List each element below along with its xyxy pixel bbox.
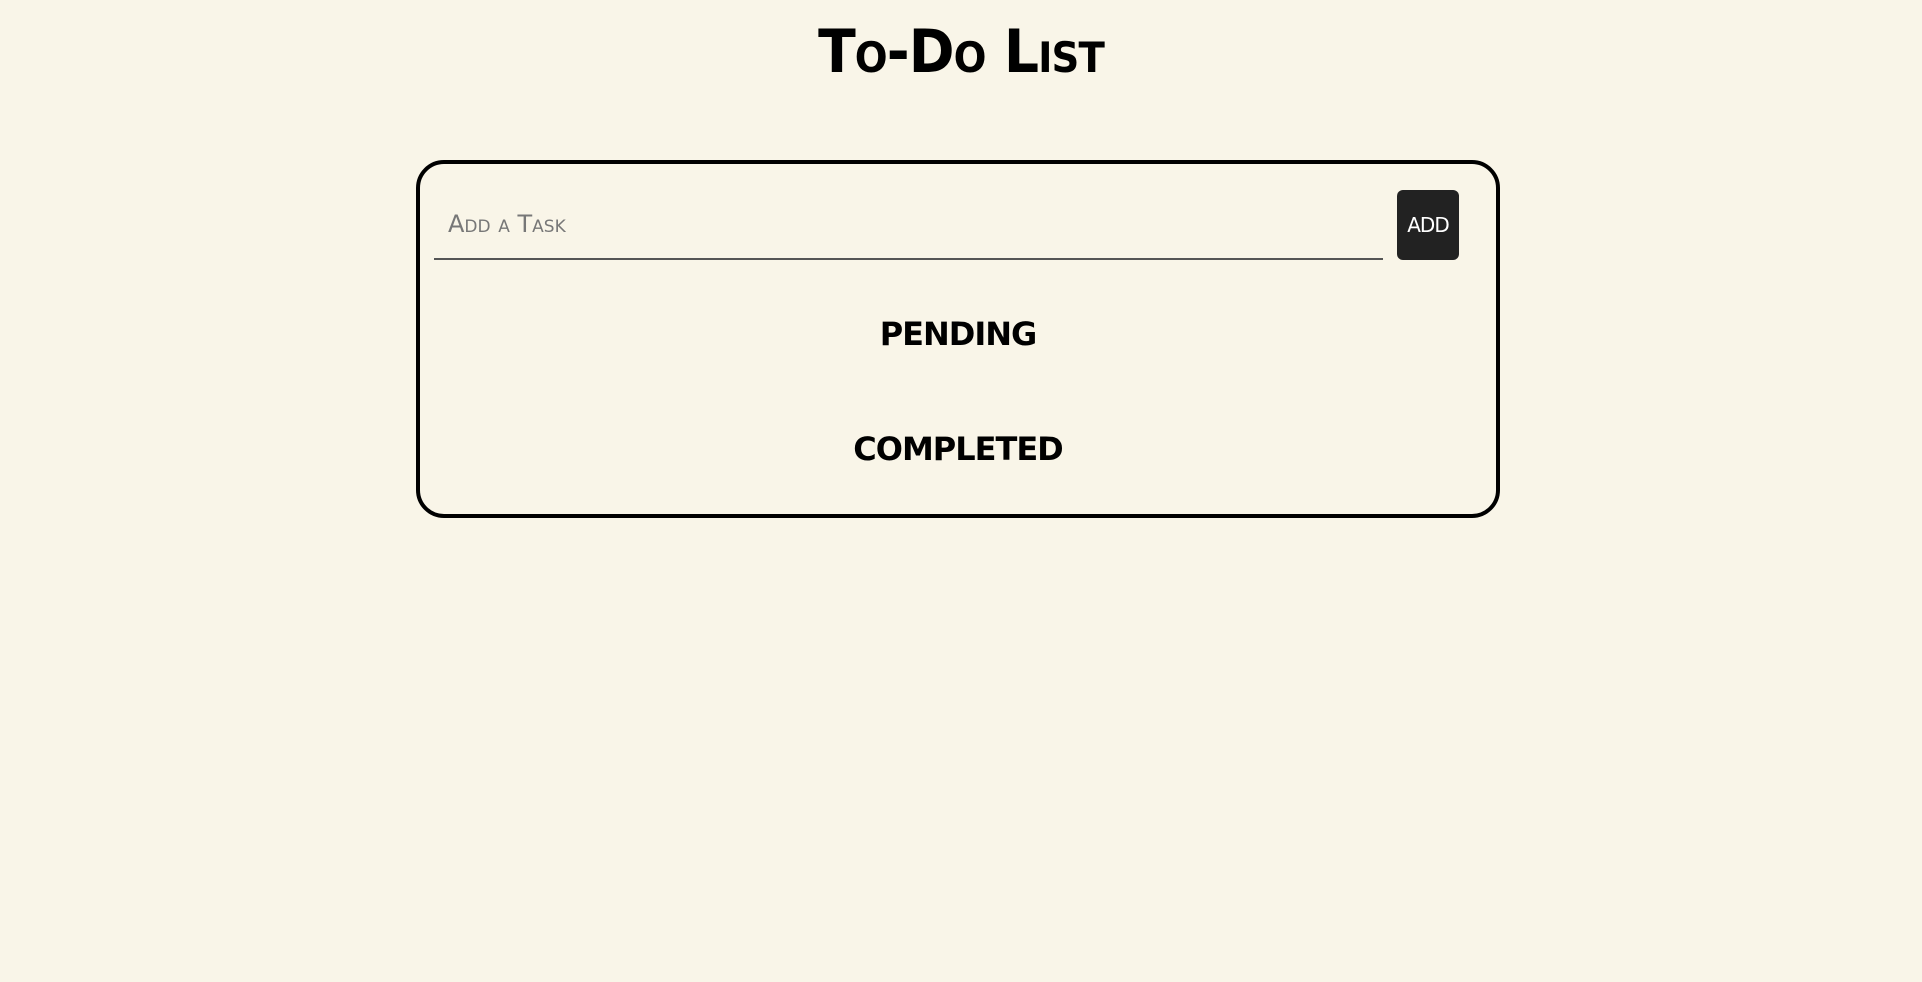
completed-heading: COMPLETED <box>853 430 1063 468</box>
pending-heading: PENDING <box>879 315 1038 353</box>
add-task-button[interactable]: ADD <box>1397 190 1459 260</box>
todo-card: ADD PENDING COMPLETED <box>416 160 1500 518</box>
page-title: To-Do List <box>818 17 1105 87</box>
task-input[interactable] <box>434 190 1383 260</box>
task-input-row: ADD <box>434 190 1478 260</box>
